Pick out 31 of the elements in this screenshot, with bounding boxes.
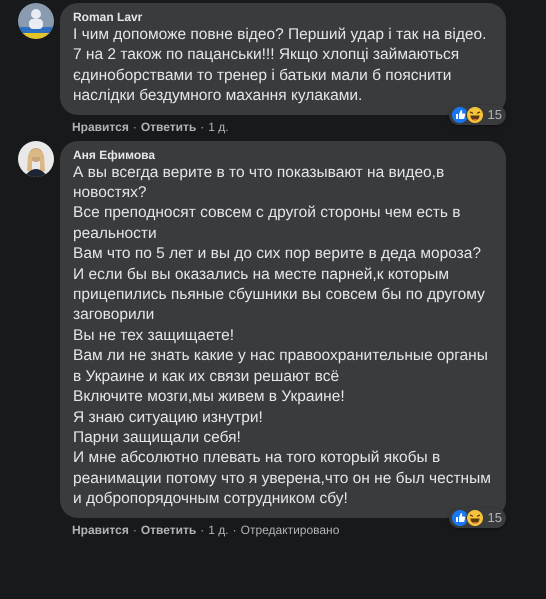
comment-text: Вам что по 5 лет и вы до сих пор верите в деда мороза?	[73, 244, 482, 264]
comment-text: Все преподносят совсем с другой стороны чем есть в реальности	[73, 203, 462, 244]
comment-action-link[interactable]: Ответить	[140, 522, 196, 538]
comment-text: И мне абсолютно плевать на того который якобы в реанимации потому что я уверена,что он не был честным и добропорядочным сотрудником сбу!	[73, 448, 492, 510]
comment-text: Парни защищали себя!	[73, 428, 242, 448]
comment-meta: 1 д.	[208, 120, 229, 135]
comment-text: Я знаю ситуацию изнутри!	[73, 408, 264, 428]
separator: ·	[200, 120, 204, 135]
comment-text: І чим допоможе повне відео? Перший удар і так на відео. 7 на 2 також по пацанськи!!! Якщо хлопці займаються єдиноборствами то тренер і батьки мали б пояснити наслідки бездумного махання кулаками.	[73, 25, 488, 106]
author-name[interactable]: Аня Ефимова	[73, 146, 494, 163]
comment-text: Вы не тех защищаете!	[73, 326, 236, 346]
author-name[interactable]: Roman Lavr	[73, 9, 494, 25]
reaction-count: 15	[488, 107, 502, 122]
separator: ·	[200, 522, 204, 538]
separator: ·	[132, 522, 137, 538]
comment-meta: 1 д.	[208, 522, 229, 538]
reaction-count: 15	[488, 510, 502, 526]
comment-action-link[interactable]: Нравится	[72, 120, 129, 135]
comment-action-link[interactable]: Нравится	[72, 522, 129, 538]
separator: ·	[232, 522, 237, 538]
reactions-pill[interactable]: 15	[448, 104, 506, 125]
reactions-pill[interactable]: 15	[448, 508, 506, 528]
avatar[interactable]	[18, 140, 54, 177]
comment-text: И если бы вы оказались на месте парней,к которым прицепились пьяные сбушники вы совсем бы по другому заговорили	[73, 264, 486, 326]
separator: ·	[132, 120, 137, 135]
comment-text: Вам ли не знать какие у нас правоохранительные органы в Украине и как их связи решают всё	[73, 346, 489, 387]
comment-meta: Отредактировано	[240, 522, 340, 538]
comment-action-link[interactable]: Ответить	[140, 120, 196, 135]
comment-text: А вы всегда верите в то что показывают на видео,в новостях?	[73, 162, 446, 204]
comment-text: Включите мозги,мы живем в Украине!	[73, 387, 346, 408]
avatar[interactable]	[18, 3, 54, 39]
